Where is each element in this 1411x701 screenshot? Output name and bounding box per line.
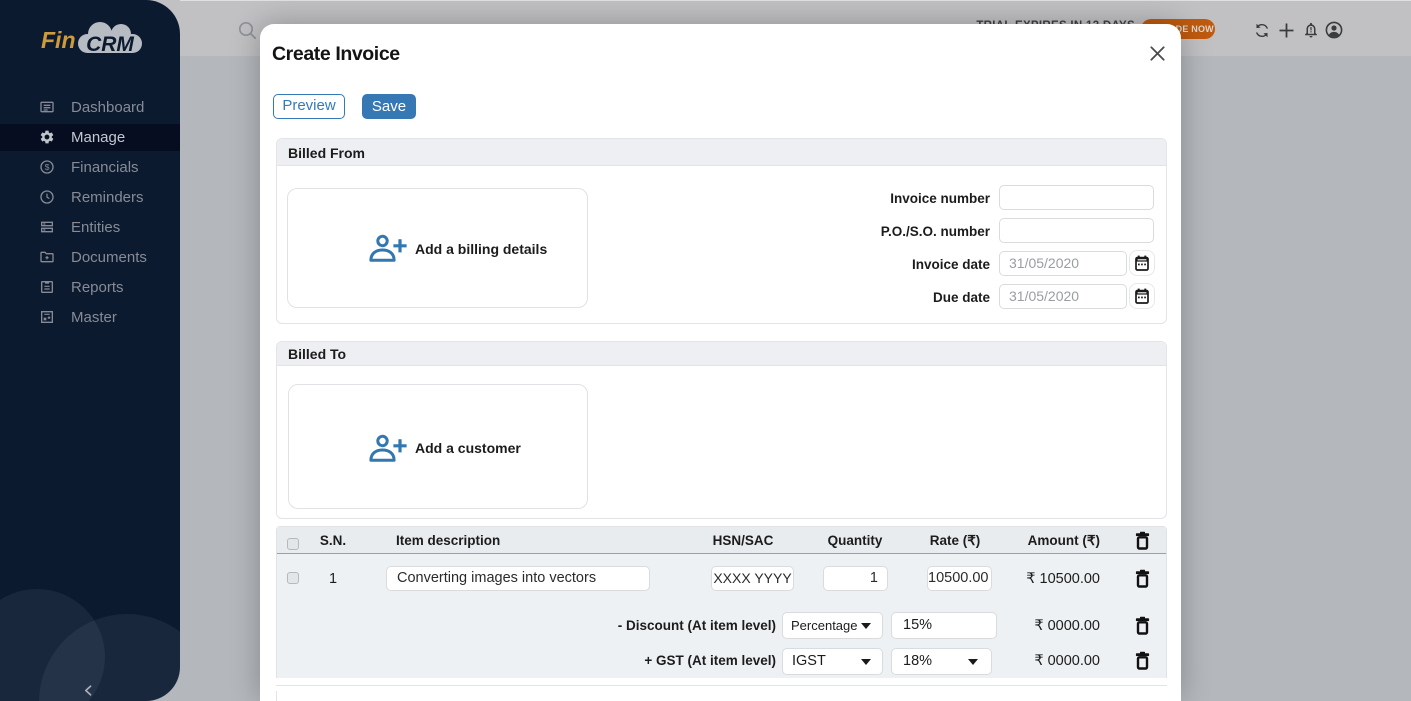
svg-text:CRM: CRM	[86, 33, 134, 54]
svg-text:$: $	[45, 162, 50, 172]
